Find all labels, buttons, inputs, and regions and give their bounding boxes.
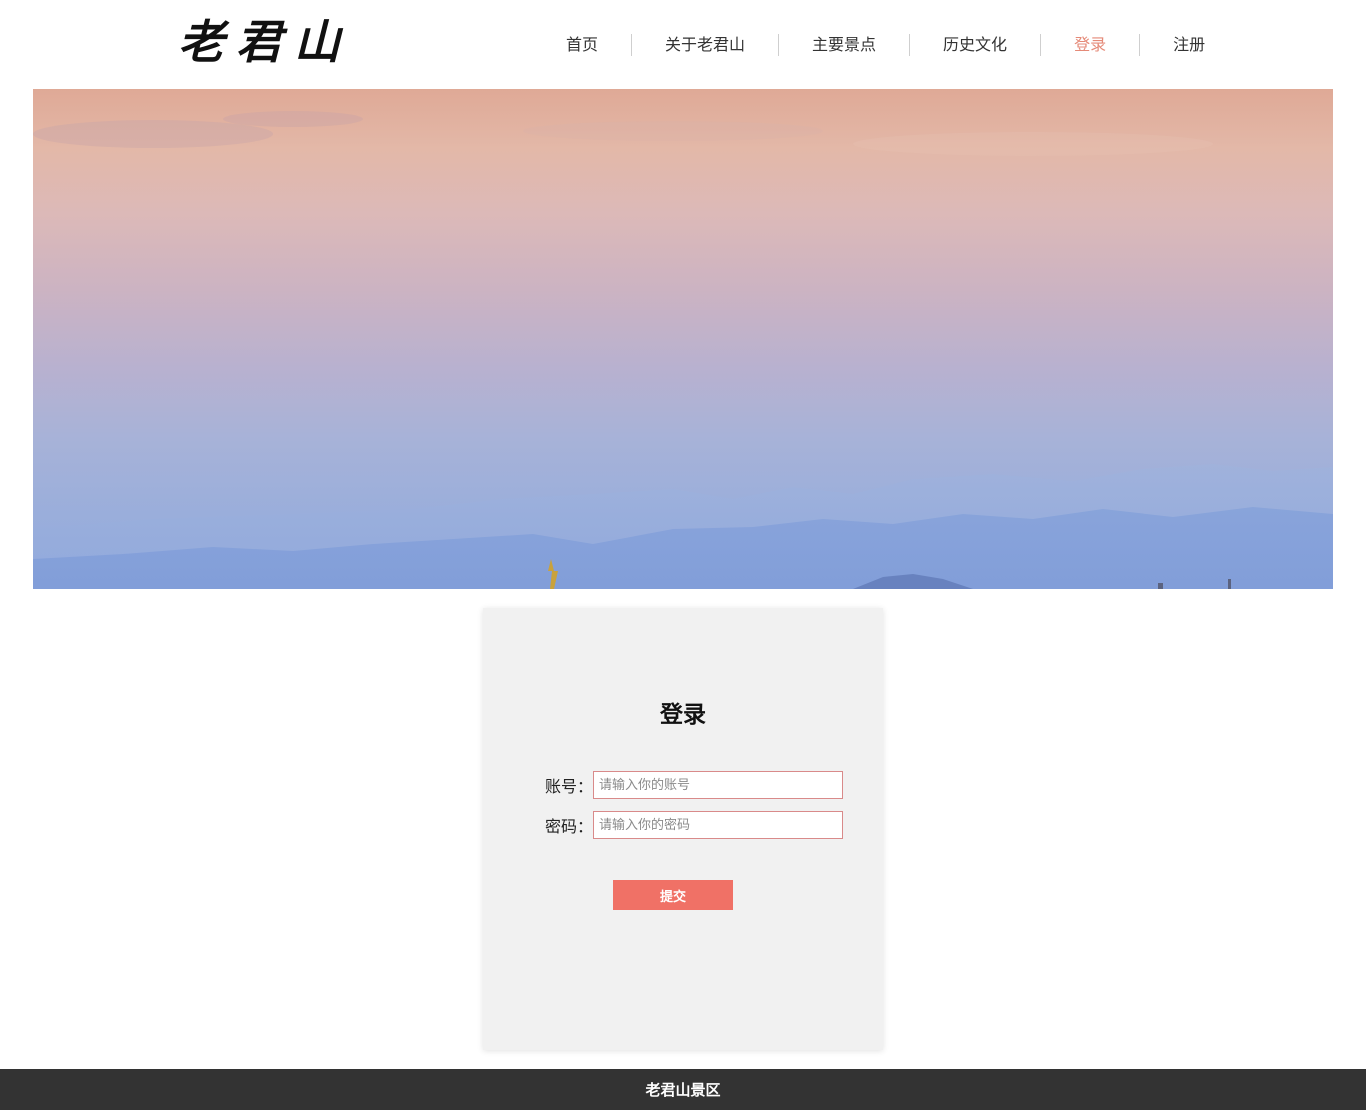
nav-item-register[interactable]: 注册: [1139, 34, 1238, 56]
site-footer: 老君山景区: [0, 1069, 1366, 1110]
site-logo[interactable]: 老君山: [178, 12, 352, 72]
password-label: 密码：: [544, 817, 593, 836]
mountain-landscape-image: [33, 111, 1333, 589]
footer-text: 老君山景区: [645, 1081, 721, 1099]
main-nav: 首页 关于老君山 主要景点 历史文化 登录 注册: [533, 32, 1238, 58]
password-row: 密码：: [543, 810, 843, 840]
site-header: 老君山 首页 关于老君山 主要景点 历史文化 登录 注册: [0, 0, 1366, 89]
account-row: 账号：: [543, 770, 843, 800]
nav-item-home[interactable]: 首页: [533, 34, 631, 56]
nav-item-login[interactable]: 登录: [1040, 34, 1139, 56]
nav-item-about[interactable]: 关于老君山: [631, 34, 778, 56]
nav-item-history[interactable]: 历史文化: [909, 34, 1040, 56]
login-card: 登录 账号： 密码： 提交: [483, 608, 883, 1050]
account-input[interactable]: [593, 771, 843, 799]
account-label: 账号：: [544, 777, 593, 796]
password-input[interactable]: [593, 811, 843, 839]
login-title: 登录: [660, 702, 706, 728]
submit-button[interactable]: 提交: [613, 880, 733, 910]
nav-item-attractions[interactable]: 主要景点: [778, 34, 909, 56]
hero-banner: [33, 89, 1333, 589]
